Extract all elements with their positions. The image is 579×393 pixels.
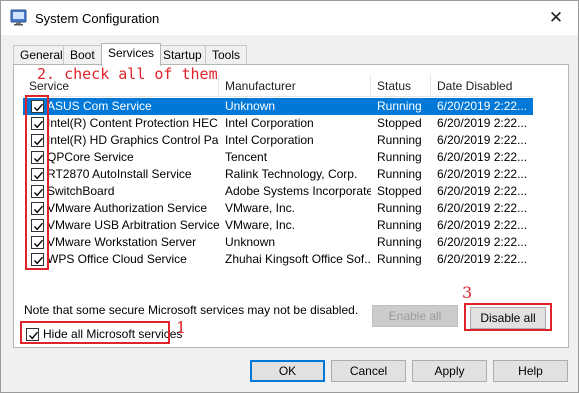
service-name: SwitchBoard [47, 184, 115, 198]
service-name: VMware Workstation Server [47, 235, 197, 249]
service-cell: Intel(R) HD Graphics Control Pa... [23, 132, 219, 149]
table-row[interactable]: ASUS Com Service Unknown Running 6/20/2019 … [23, 98, 533, 115]
tab-tools[interactable]: Tools [205, 45, 248, 65]
manufacturer-cell: Adobe Systems Incorporated [225, 184, 371, 198]
services-list[interactable]: Service Manufacturer Status Date Disable… [23, 75, 533, 297]
date-disabled-cell: 6/20/2019 2:22... [437, 150, 528, 164]
status-cell: Stopped [377, 184, 422, 198]
date-disabled-cell: 6/20/2019 2:22... [437, 133, 528, 147]
status-cell: Running [377, 235, 422, 249]
manufacturer-cell: Unknown [225, 235, 276, 249]
table-row[interactable]: VMware Workstation Server Unknown Running 6… [23, 234, 533, 251]
table-row[interactable]: Intel(R) Content Protection HEC... Intel … [23, 115, 533, 132]
table-row[interactable]: WPS Office Cloud Service Zhuhai Kingsoft … [23, 251, 533, 268]
manufacturer-cell: VMware, Inc. [225, 218, 296, 232]
status-cell: Running [377, 167, 422, 181]
title-bar: System Configuration ✕ [1, 1, 578, 35]
tab-startup[interactable]: Startup [156, 45, 209, 65]
service-name: WPS Office Cloud Service [47, 252, 187, 266]
service-name: Intel(R) HD Graphics Control Pa... [47, 133, 219, 147]
ok-button[interactable]: OK [250, 360, 325, 382]
manufacturer-cell: Intel Corporation [225, 133, 314, 147]
status-cell: Running [377, 150, 422, 164]
tab-services[interactable]: Services [101, 43, 162, 66]
service-cell: ASUS Com Service [23, 98, 219, 115]
status-cell: Running [377, 218, 422, 232]
manufacturer-cell: Unknown [225, 99, 276, 113]
msconfig-app-icon [10, 9, 27, 26]
status-cell: Running [377, 252, 422, 266]
status-cell: Running [377, 99, 422, 113]
manufacturer-cell: Zhuhai Kingsoft Office Sof... [225, 252, 371, 266]
column-header-date-disabled[interactable]: Date Disabled [431, 75, 533, 97]
close-button[interactable]: ✕ [534, 1, 578, 35]
annotation-step-2: 2. check all of them [37, 65, 218, 83]
window-title: System Configuration [35, 11, 160, 26]
annotation-disable-all-highlight [464, 303, 552, 331]
service-name: ASUS Com Service [47, 99, 152, 113]
annotation-step-3: 3 [462, 283, 473, 302]
service-cell: WPS Office Cloud Service [23, 251, 219, 268]
cancel-button[interactable]: Cancel [331, 360, 406, 382]
manufacturer-cell: Ralink Technology, Corp. [225, 167, 358, 181]
column-header-manufacturer[interactable]: Manufacturer [219, 75, 371, 97]
column-header-status[interactable]: Status [371, 75, 431, 97]
service-name: Intel(R) Content Protection HEC... [47, 116, 219, 130]
service-name: VMware USB Arbitration Service [47, 218, 219, 232]
close-icon: ✕ [548, 8, 564, 27]
date-disabled-cell: 6/20/2019 2:22... [437, 218, 528, 232]
manufacturer-cell: Intel Corporation [225, 116, 314, 130]
annotation-step-1: 1 [176, 318, 187, 337]
service-name: QPCore Service [47, 150, 134, 164]
service-name: RT2870 AutoInstall Service [47, 167, 192, 181]
table-row[interactable]: VMware USB Arbitration Service VMware, In… [23, 217, 533, 234]
date-disabled-cell: 6/20/2019 2:22... [437, 99, 528, 113]
service-cell: SwitchBoard [23, 183, 219, 200]
manufacturer-cell: VMware, Inc. [225, 201, 296, 215]
date-disabled-cell: 6/20/2019 2:22... [437, 167, 528, 181]
service-cell: RT2870 AutoInstall Service [23, 166, 219, 183]
table-row[interactable]: VMware Authorization Service VMware, Inc.… [23, 200, 533, 217]
date-disabled-cell: 6/20/2019 2:22... [437, 184, 528, 198]
service-cell: QPCore Service [23, 149, 219, 166]
service-cell: VMware USB Arbitration Service [23, 217, 219, 234]
service-cell: VMware Workstation Server [23, 234, 219, 251]
service-cell: VMware Authorization Service [23, 200, 219, 217]
manufacturer-cell: Tencent [225, 150, 268, 164]
date-disabled-cell: 6/20/2019 2:22... [437, 201, 528, 215]
status-cell: Running [377, 201, 422, 215]
table-row[interactable]: SwitchBoard Adobe Systems Incorporated Sto… [23, 183, 533, 200]
enable-all-button[interactable]: Enable all [372, 305, 458, 327]
services-rows: ASUS Com Service Unknown Running 6/20/2019 … [23, 98, 533, 268]
date-disabled-cell: 6/20/2019 2:22... [437, 235, 528, 249]
status-cell: Running [377, 133, 422, 147]
tab-general[interactable]: General [13, 45, 70, 65]
service-cell: Intel(R) Content Protection HEC... [23, 115, 219, 132]
date-disabled-cell: 6/20/2019 2:22... [437, 116, 528, 130]
table-row[interactable]: QPCore Service Tencent Running 6/20/2019 2:… [23, 149, 533, 166]
secure-services-note: Note that some secure Microsoft services… [24, 303, 359, 317]
service-name: VMware Authorization Service [47, 201, 208, 215]
apply-button[interactable]: Apply [412, 360, 487, 382]
system-configuration-window: System Configuration ✕ General Boot Serv… [0, 0, 579, 393]
annotation-checkbox-highlight [25, 95, 49, 270]
help-button[interactable]: Help [493, 360, 568, 382]
status-cell: Stopped [377, 116, 422, 130]
table-row[interactable]: Intel(R) HD Graphics Control Pa... Intel … [23, 132, 533, 149]
table-row[interactable]: RT2870 AutoInstall Service Ralink Technol… [23, 166, 533, 183]
annotation-hide-ms-highlight [20, 321, 170, 344]
date-disabled-cell: 6/20/2019 2:22... [437, 252, 528, 266]
tab-boot[interactable]: Boot [63, 45, 102, 65]
